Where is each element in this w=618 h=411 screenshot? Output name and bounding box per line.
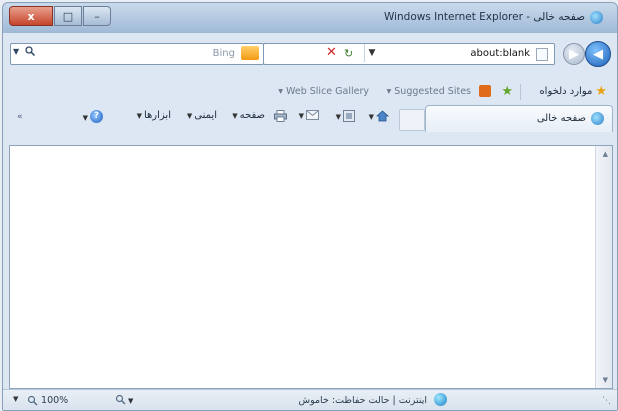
window-title: صفحه خالی - Windows Internet Explorer xyxy=(384,11,585,23)
ie-icon xyxy=(590,11,603,24)
print-icon xyxy=(274,110,287,122)
help-dropdown-icon[interactable]: ▼ xyxy=(83,114,88,122)
status-bar: ⋰ اینترنت | حالت حفاظت: خاموش ▼ 100% ▼ xyxy=(3,389,617,410)
feeds-button[interactable]: ▼ xyxy=(334,110,355,122)
feeds-icon xyxy=(343,110,355,122)
mail-button[interactable]: ▼ xyxy=(297,110,319,121)
feeds-dropdown-icon[interactable]: ▼ xyxy=(336,113,341,121)
safety-menu-label: ایمنی xyxy=(194,110,217,121)
tools-dropdown-icon[interactable]: ▼ xyxy=(137,112,142,120)
print-button[interactable] xyxy=(274,110,287,122)
scroll-up-icon[interactable]: ▲ xyxy=(603,150,608,158)
toolbar-overflow-chevron-icon[interactable]: » xyxy=(17,112,23,122)
mail-dropdown-icon[interactable]: ▼ xyxy=(299,112,304,120)
home-button[interactable]: ▼ xyxy=(367,110,390,122)
address-url[interactable]: about:blank xyxy=(470,48,530,59)
safety-dropdown-icon[interactable]: ▼ xyxy=(187,112,192,120)
protected-mode-button[interactable]: ▼ xyxy=(115,394,135,406)
vertical-scrollbar[interactable]: ▲ ▼ xyxy=(595,146,612,388)
status-text: اینترنت | حالت حفاظت: خاموش xyxy=(298,395,427,406)
tab-ie-icon xyxy=(591,112,604,125)
protected-mode-icon xyxy=(115,394,126,405)
zoom-icon xyxy=(27,395,38,406)
refresh-icon[interactable]: ↻ xyxy=(344,47,353,60)
title-page: صفحه خالی xyxy=(533,11,585,23)
navigation-bar: ▼ Bing ✕ ↻ ▼ about:blank ▶ ◀ xyxy=(3,39,617,69)
browser-window: x □ – صفحه خالی - Windows Internet Explo… xyxy=(2,2,618,411)
help-button[interactable]: ?▼ xyxy=(81,110,103,123)
web-slice-gallery-link[interactable]: ▾ Web Slice Gallery xyxy=(278,86,369,97)
page-icon xyxy=(536,48,548,61)
web-slice-gallery-label: Web Slice Gallery xyxy=(286,86,369,97)
protected-dropdown-icon[interactable]: ▼ xyxy=(128,397,133,405)
address-bar[interactable]: ✕ ↻ ▼ about:blank xyxy=(263,43,555,65)
mail-icon xyxy=(306,110,319,120)
address-dropdown-icon[interactable]: ▼ xyxy=(364,44,379,62)
bing-logo-icon xyxy=(241,46,259,60)
add-to-favorites-icon[interactable]: ★ xyxy=(501,84,513,99)
search-provider-label: Bing xyxy=(212,48,235,59)
search-icon[interactable] xyxy=(25,46,36,59)
forward-button[interactable]: ▶ xyxy=(563,43,585,65)
zoom-dropdown-icon[interactable]: ▼ xyxy=(13,395,18,403)
maximize-button[interactable]: □ xyxy=(54,6,82,26)
title-bar: x □ – صفحه خالی - Windows Internet Explo… xyxy=(3,3,617,33)
page-menu-button[interactable]: صفحه▼ xyxy=(230,110,265,121)
title-separator: - xyxy=(522,11,534,23)
favorites-label: موارد دلخواه xyxy=(539,86,593,97)
home-dropdown-icon[interactable]: ▼ xyxy=(369,113,374,121)
suggested-sites-label: Suggested Sites xyxy=(394,86,471,97)
page-dropdown-icon[interactable]: ▼ xyxy=(232,112,237,120)
page-menu-label: صفحه xyxy=(239,110,265,121)
favorites-bar: ★ موارد دلخواه ★ ▾ Suggested Sites ▾ Web… xyxy=(3,81,617,103)
safety-menu-button[interactable]: ایمنی▼ xyxy=(185,110,217,121)
caption-buttons: x □ – xyxy=(9,6,111,26)
title-brand: Windows Internet Explorer xyxy=(383,11,523,23)
suggested-sites-link[interactable]: ▾ Suggested Sites xyxy=(386,86,471,97)
command-bar: صفحه خالی ▼ ▼ ▼ صفحه▼ ایمنی▼ ابزارها▼ ?▼… xyxy=(3,105,617,132)
new-tab-button[interactable] xyxy=(399,109,425,131)
scroll-down-icon[interactable]: ▼ xyxy=(603,376,608,384)
resize-grip-icon[interactable]: ⋰ xyxy=(602,396,611,406)
favorites-button[interactable]: ★ موارد دلخواه xyxy=(539,84,607,99)
tab-blank-page[interactable]: صفحه خالی xyxy=(425,105,613,132)
zoom-value: 100% xyxy=(41,395,69,406)
zoom-level[interactable]: 100% xyxy=(27,395,68,406)
favorites-star-icon: ★ xyxy=(595,84,607,99)
tools-menu-button[interactable]: ابزارها▼ xyxy=(135,110,171,121)
suggested-sites-icon[interactable] xyxy=(479,85,491,97)
home-icon xyxy=(375,110,390,122)
help-icon: ? xyxy=(90,110,103,123)
internet-zone-icon xyxy=(434,393,447,406)
tab-label: صفحه خالی xyxy=(536,113,586,124)
back-forward-group: ▶ ◀ xyxy=(559,39,611,67)
search-box[interactable]: ▼ Bing xyxy=(10,43,264,65)
stop-icon[interactable]: ✕ xyxy=(326,45,337,60)
page-content[interactable]: ▲ ▼ xyxy=(9,145,613,389)
search-dropdown-icon[interactable]: ▼ xyxy=(13,47,19,56)
close-button[interactable]: x xyxy=(9,6,53,26)
favorites-divider xyxy=(520,84,521,100)
minimize-button[interactable]: – xyxy=(83,6,111,26)
back-button[interactable]: ◀ xyxy=(585,41,611,67)
tools-menu-label: ابزارها xyxy=(143,110,171,121)
